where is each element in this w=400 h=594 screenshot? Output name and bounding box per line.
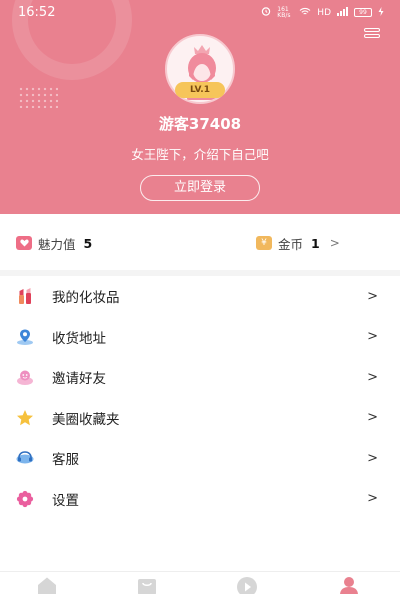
gear-icon (16, 490, 34, 508)
menu-item-invite[interactable]: 邀请好友 > (0, 357, 400, 398)
battery-icon: 99 (354, 8, 372, 17)
charm-label: 魅力值 (38, 236, 76, 252)
chevron-right-icon: > (367, 491, 378, 507)
location-icon (16, 328, 34, 346)
network-speed: 161 KB/s (277, 5, 291, 19)
charm-stat[interactable]: 魅力值 5 (16, 234, 92, 252)
invite-icon (16, 368, 34, 386)
hd-label: HD (317, 7, 331, 18)
chevron-right-icon: > (367, 410, 378, 426)
home-icon[interactable] (36, 576, 58, 594)
coin-label: 金币 (278, 236, 304, 252)
stats-bar: 魅力值 5 ¥ 金币 1 > (0, 214, 400, 270)
coin-icon: ¥ (256, 236, 272, 250)
profile-header: 16:52 161 KB/s HD 99 LV.1 游客37408 女王陛下，介… (0, 0, 400, 214)
decorative-dots (18, 86, 58, 108)
menu-item-favorites[interactable]: 美圈收藏夹 > (0, 398, 400, 439)
menu-label: 邀请好友 (52, 371, 106, 388)
shop-icon[interactable] (136, 576, 158, 594)
profile-slogan: 女王陛下，介绍下自己吧 (131, 147, 269, 162)
wifi-icon (299, 7, 311, 19)
chevron-right-icon: > (367, 288, 378, 304)
status-bar: 16:52 161 KB/s HD 99 (0, 0, 400, 26)
headset-icon (16, 449, 34, 467)
status-icons: 161 KB/s HD 99 (261, 6, 384, 19)
login-button[interactable]: 立即登录 (140, 175, 260, 201)
play-icon[interactable] (236, 576, 258, 594)
profile-icon[interactable] (338, 576, 360, 594)
chevron-right-icon: > (367, 369, 378, 385)
charm-value: 5 (83, 235, 93, 251)
alarm-icon (261, 6, 271, 19)
charging-icon (378, 6, 384, 19)
bottom-nav (0, 571, 400, 594)
coin-value: 1 (311, 235, 320, 251)
heart-icon (16, 236, 32, 250)
level-badge: LV.1 (175, 82, 225, 98)
menu-item-settings[interactable]: 设置 > (0, 479, 400, 520)
menu-item-address[interactable]: 收货地址 > (0, 317, 400, 358)
chevron-right-icon: > (367, 329, 378, 345)
chevron-right-icon: > (367, 450, 378, 466)
coin-stat[interactable]: ¥ 金币 1 > (256, 234, 340, 252)
menu-label: 收货地址 (52, 330, 106, 347)
username: 游客37408 (158, 115, 242, 133)
menu-icon[interactable] (364, 28, 380, 40)
chevron-right-icon: > (329, 236, 340, 250)
menu-label: 我的化妆品 (52, 290, 120, 307)
avatar[interactable]: LV.1 (163, 34, 237, 104)
menu-item-cosmetics[interactable]: 我的化妆品 > (0, 276, 400, 317)
signal-icon (337, 6, 348, 19)
menu-item-customer-service[interactable]: 客服 > (0, 438, 400, 479)
menu-label: 设置 (52, 492, 79, 509)
menu-label: 美圈收藏夹 (52, 411, 120, 428)
menu-label: 客服 (52, 452, 79, 469)
lipstick-icon (16, 287, 34, 305)
star-icon (16, 409, 34, 427)
menu-list: 我的化妆品 > 收货地址 > 邀请好友 > 美圈收藏夹 > 客服 > 设置 > (0, 276, 400, 519)
status-time: 16:52 (18, 5, 56, 20)
